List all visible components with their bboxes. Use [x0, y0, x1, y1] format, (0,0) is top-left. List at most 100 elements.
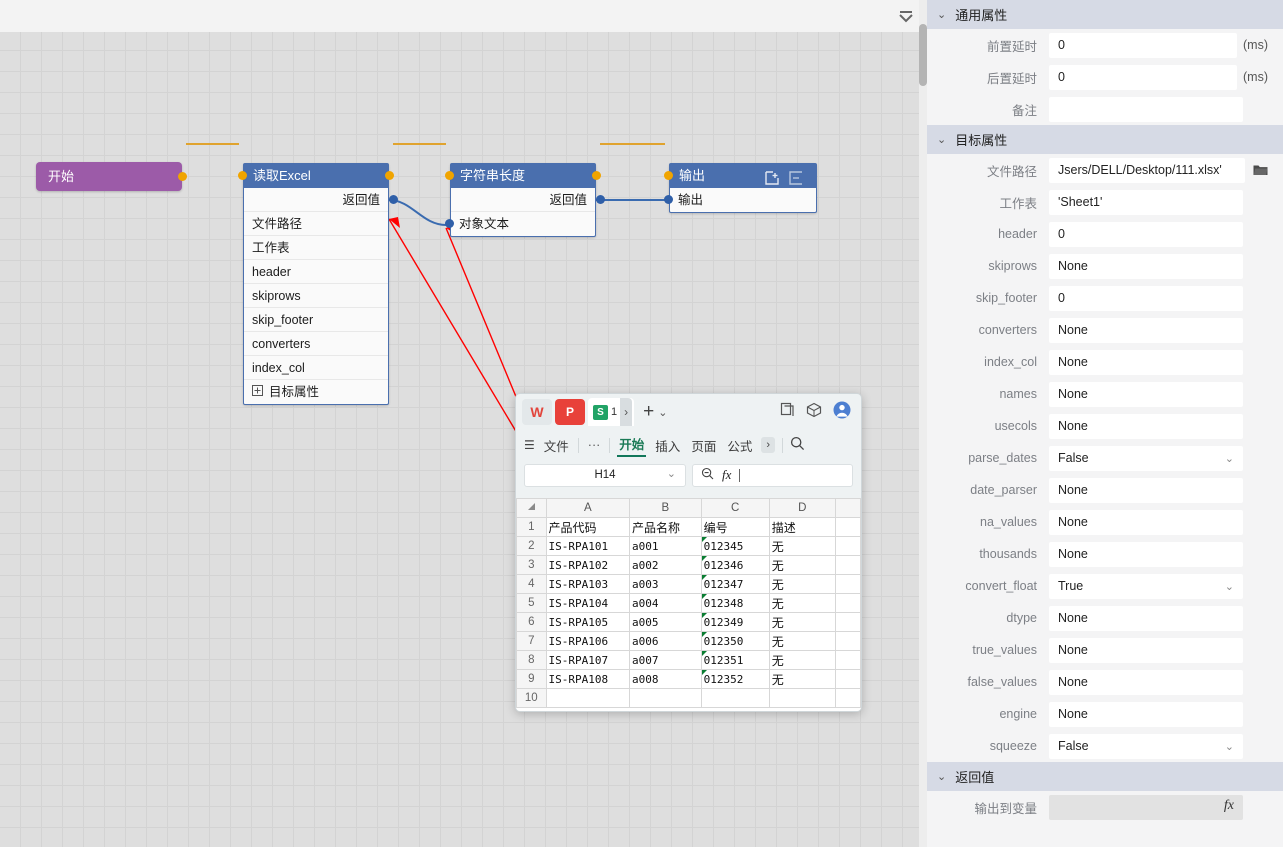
copy-icon[interactable]	[780, 402, 795, 422]
sheet-cell[interactable]: IS-RPA106	[545, 631, 631, 651]
node-row-index-col[interactable]: index_col	[244, 356, 388, 380]
property-input-na_values[interactable]: None	[1049, 509, 1243, 535]
sheet-cell[interactable]: 无	[768, 593, 836, 613]
property-input-convert_float[interactable]: True ⌄	[1049, 573, 1243, 599]
sheet-cell[interactable]: a006	[629, 631, 702, 651]
property-input-true_values[interactable]: None	[1049, 637, 1243, 663]
row-header[interactable]: 6	[516, 612, 547, 632]
node-start-output-port[interactable]	[178, 172, 187, 181]
column-header-a[interactable]: A	[545, 498, 631, 518]
sheet-cell[interactable]: 无	[768, 574, 836, 594]
property-input-header[interactable]: 0	[1049, 221, 1243, 247]
sheet-cell[interactable]: 012346	[700, 555, 770, 575]
sheet-row[interactable]: 5 IS-RPA104 a004 012348 无	[516, 593, 861, 613]
node-string-length-header[interactable]: 字符串长度	[445, 163, 601, 188]
node-read-excel-output-port[interactable]	[385, 171, 394, 180]
formula-input[interactable]: fx	[692, 463, 853, 487]
wps-tab-bar[interactable]: W P S 1 › + ⌄	[516, 394, 861, 430]
column-header-d[interactable]: D	[768, 498, 836, 518]
node-row-skiprows[interactable]: skiprows	[244, 284, 388, 308]
name-box[interactable]: H14 ⌄	[524, 463, 686, 487]
sheet-cell[interactable]: a001	[629, 536, 702, 556]
property-input-date_parser[interactable]: None	[1049, 477, 1243, 503]
property-input-usecols[interactable]: None	[1049, 413, 1243, 439]
chevron-down-icon[interactable]: ⌄	[937, 8, 946, 21]
row-header[interactable]: 7	[516, 631, 547, 651]
new-tab-chevron-down-icon[interactable]: ⌄	[658, 406, 667, 419]
property-input-names[interactable]: None	[1049, 381, 1243, 407]
sheet-cell[interactable]: 无	[768, 555, 836, 575]
sheet-cell[interactable]	[629, 688, 702, 708]
column-header-e[interactable]	[834, 498, 861, 518]
add-node-icon[interactable]	[765, 168, 779, 185]
node-row-return-value[interactable]: 返回值	[451, 188, 605, 212]
sheet-row[interactable]: 2 IS-RPA101 a001 012345 无	[516, 536, 861, 556]
panel-scrollbar-track[interactable]	[919, 0, 927, 847]
sheet-table[interactable]: A B C D 1 产品代码 产品名称 编号 描述 2 IS-RPA101 a001 01234…	[516, 498, 861, 708]
node-row-target-props[interactable]: 目标属性	[244, 380, 388, 404]
sheet-row[interactable]: 8 IS-RPA107 a007 012351 无	[516, 650, 861, 670]
property-input-index_col[interactable]: None	[1049, 349, 1243, 375]
sheet-cell[interactable]: IS-RPA108	[545, 669, 631, 689]
property-input-文件路径[interactable]: Jsers/DELL/Desktop/111.xlsx'	[1049, 157, 1245, 183]
search-icon[interactable]	[790, 436, 805, 454]
sheet-cell[interactable]: IS-RPA103	[545, 574, 631, 594]
folder-icon[interactable]	[1245, 163, 1275, 177]
sheet-cell[interactable]: 无	[768, 536, 836, 556]
sheet-cell[interactable]: 012345	[700, 536, 770, 556]
sheet-row[interactable]: 10	[516, 688, 861, 708]
node-string-length[interactable]: 字符串长度 返回值 对象文本	[445, 163, 605, 237]
chevron-down-icon[interactable]: ⌄	[937, 770, 946, 783]
sheet-cell[interactable]	[834, 612, 861, 632]
panel-scrollbar-thumb[interactable]	[919, 24, 927, 86]
property-input-converters[interactable]: None	[1049, 317, 1243, 343]
sheet-cell[interactable]	[834, 517, 861, 537]
sheet-cell[interactable]: a004	[629, 593, 702, 613]
property-input-skiprows[interactable]: None	[1049, 253, 1243, 279]
property-input-前置延时[interactable]: 0	[1049, 32, 1237, 58]
collapse-all-icon[interactable]	[895, 6, 917, 26]
chevron-down-icon[interactable]: ⌄	[937, 133, 946, 146]
fx-icon[interactable]: fx	[1224, 798, 1234, 814]
wps-formula-bar[interactable]: H14 ⌄ fx	[516, 460, 861, 490]
panel-section-header[interactable]: ⌄ 目标属性	[927, 125, 1283, 154]
sheet-cell[interactable]: 012349	[700, 612, 770, 632]
node-row-file-path[interactable]: 文件路径	[244, 212, 388, 236]
sheet-row[interactable]: 1 产品代码 产品名称 编号 描述	[516, 517, 861, 537]
node-row-converters[interactable]: converters	[244, 332, 388, 356]
node-start[interactable]: 开始	[36, 162, 187, 191]
sheet-cell[interactable]	[834, 631, 861, 651]
node-output-header[interactable]: 输出	[664, 163, 817, 188]
expand-box-icon[interactable]	[252, 380, 263, 404]
flow-canvas[interactable]: 开始 读取Excel 返回值 文件路径 工作表 header skiprows …	[0, 32, 919, 847]
property-input-false_values[interactable]: None	[1049, 669, 1243, 695]
sheet-row[interactable]: 4 IS-RPA103 a003 012347 无	[516, 574, 861, 594]
return-value-port[interactable]	[596, 195, 605, 204]
sheet-cell[interactable]	[834, 669, 861, 689]
menu-more-icon[interactable]: ···	[586, 438, 603, 452]
menu-tab-insert[interactable]: 插入	[653, 436, 682, 455]
sheet-cell[interactable]	[834, 555, 861, 575]
column-header-b[interactable]: B	[629, 498, 702, 518]
property-input-squeeze[interactable]: False ⌄	[1049, 733, 1243, 759]
tab-overflow-icon[interactable]: ›	[620, 398, 633, 426]
node-output[interactable]: 输出 输出	[664, 163, 817, 213]
node-row-header[interactable]: header	[244, 260, 388, 284]
sheet-cell[interactable]: 012350	[700, 631, 770, 651]
sheet-cell[interactable]: a003	[629, 574, 702, 594]
object-text-port[interactable]	[445, 219, 454, 228]
row-header[interactable]: 3	[516, 555, 547, 575]
row-header[interactable]: 8	[516, 650, 547, 670]
sheet-cell[interactable]	[545, 688, 631, 708]
sheet-cell[interactable]: IS-RPA107	[545, 650, 631, 670]
property-input-engine[interactable]: None	[1049, 701, 1243, 727]
sheet-cell[interactable]: 无	[768, 631, 836, 651]
row-header[interactable]: 5	[516, 593, 547, 613]
sheet-cell[interactable]: a002	[629, 555, 702, 575]
node-string-length-input-port[interactable]	[445, 171, 454, 180]
wps-writer-icon[interactable]: W	[522, 399, 552, 425]
sheet-cell[interactable]: 描述	[768, 517, 836, 537]
menu-tab-formula[interactable]: 公式	[725, 436, 754, 455]
name-lookup-icon[interactable]	[701, 467, 714, 483]
sheet-cell[interactable]: 产品代码	[545, 517, 631, 537]
